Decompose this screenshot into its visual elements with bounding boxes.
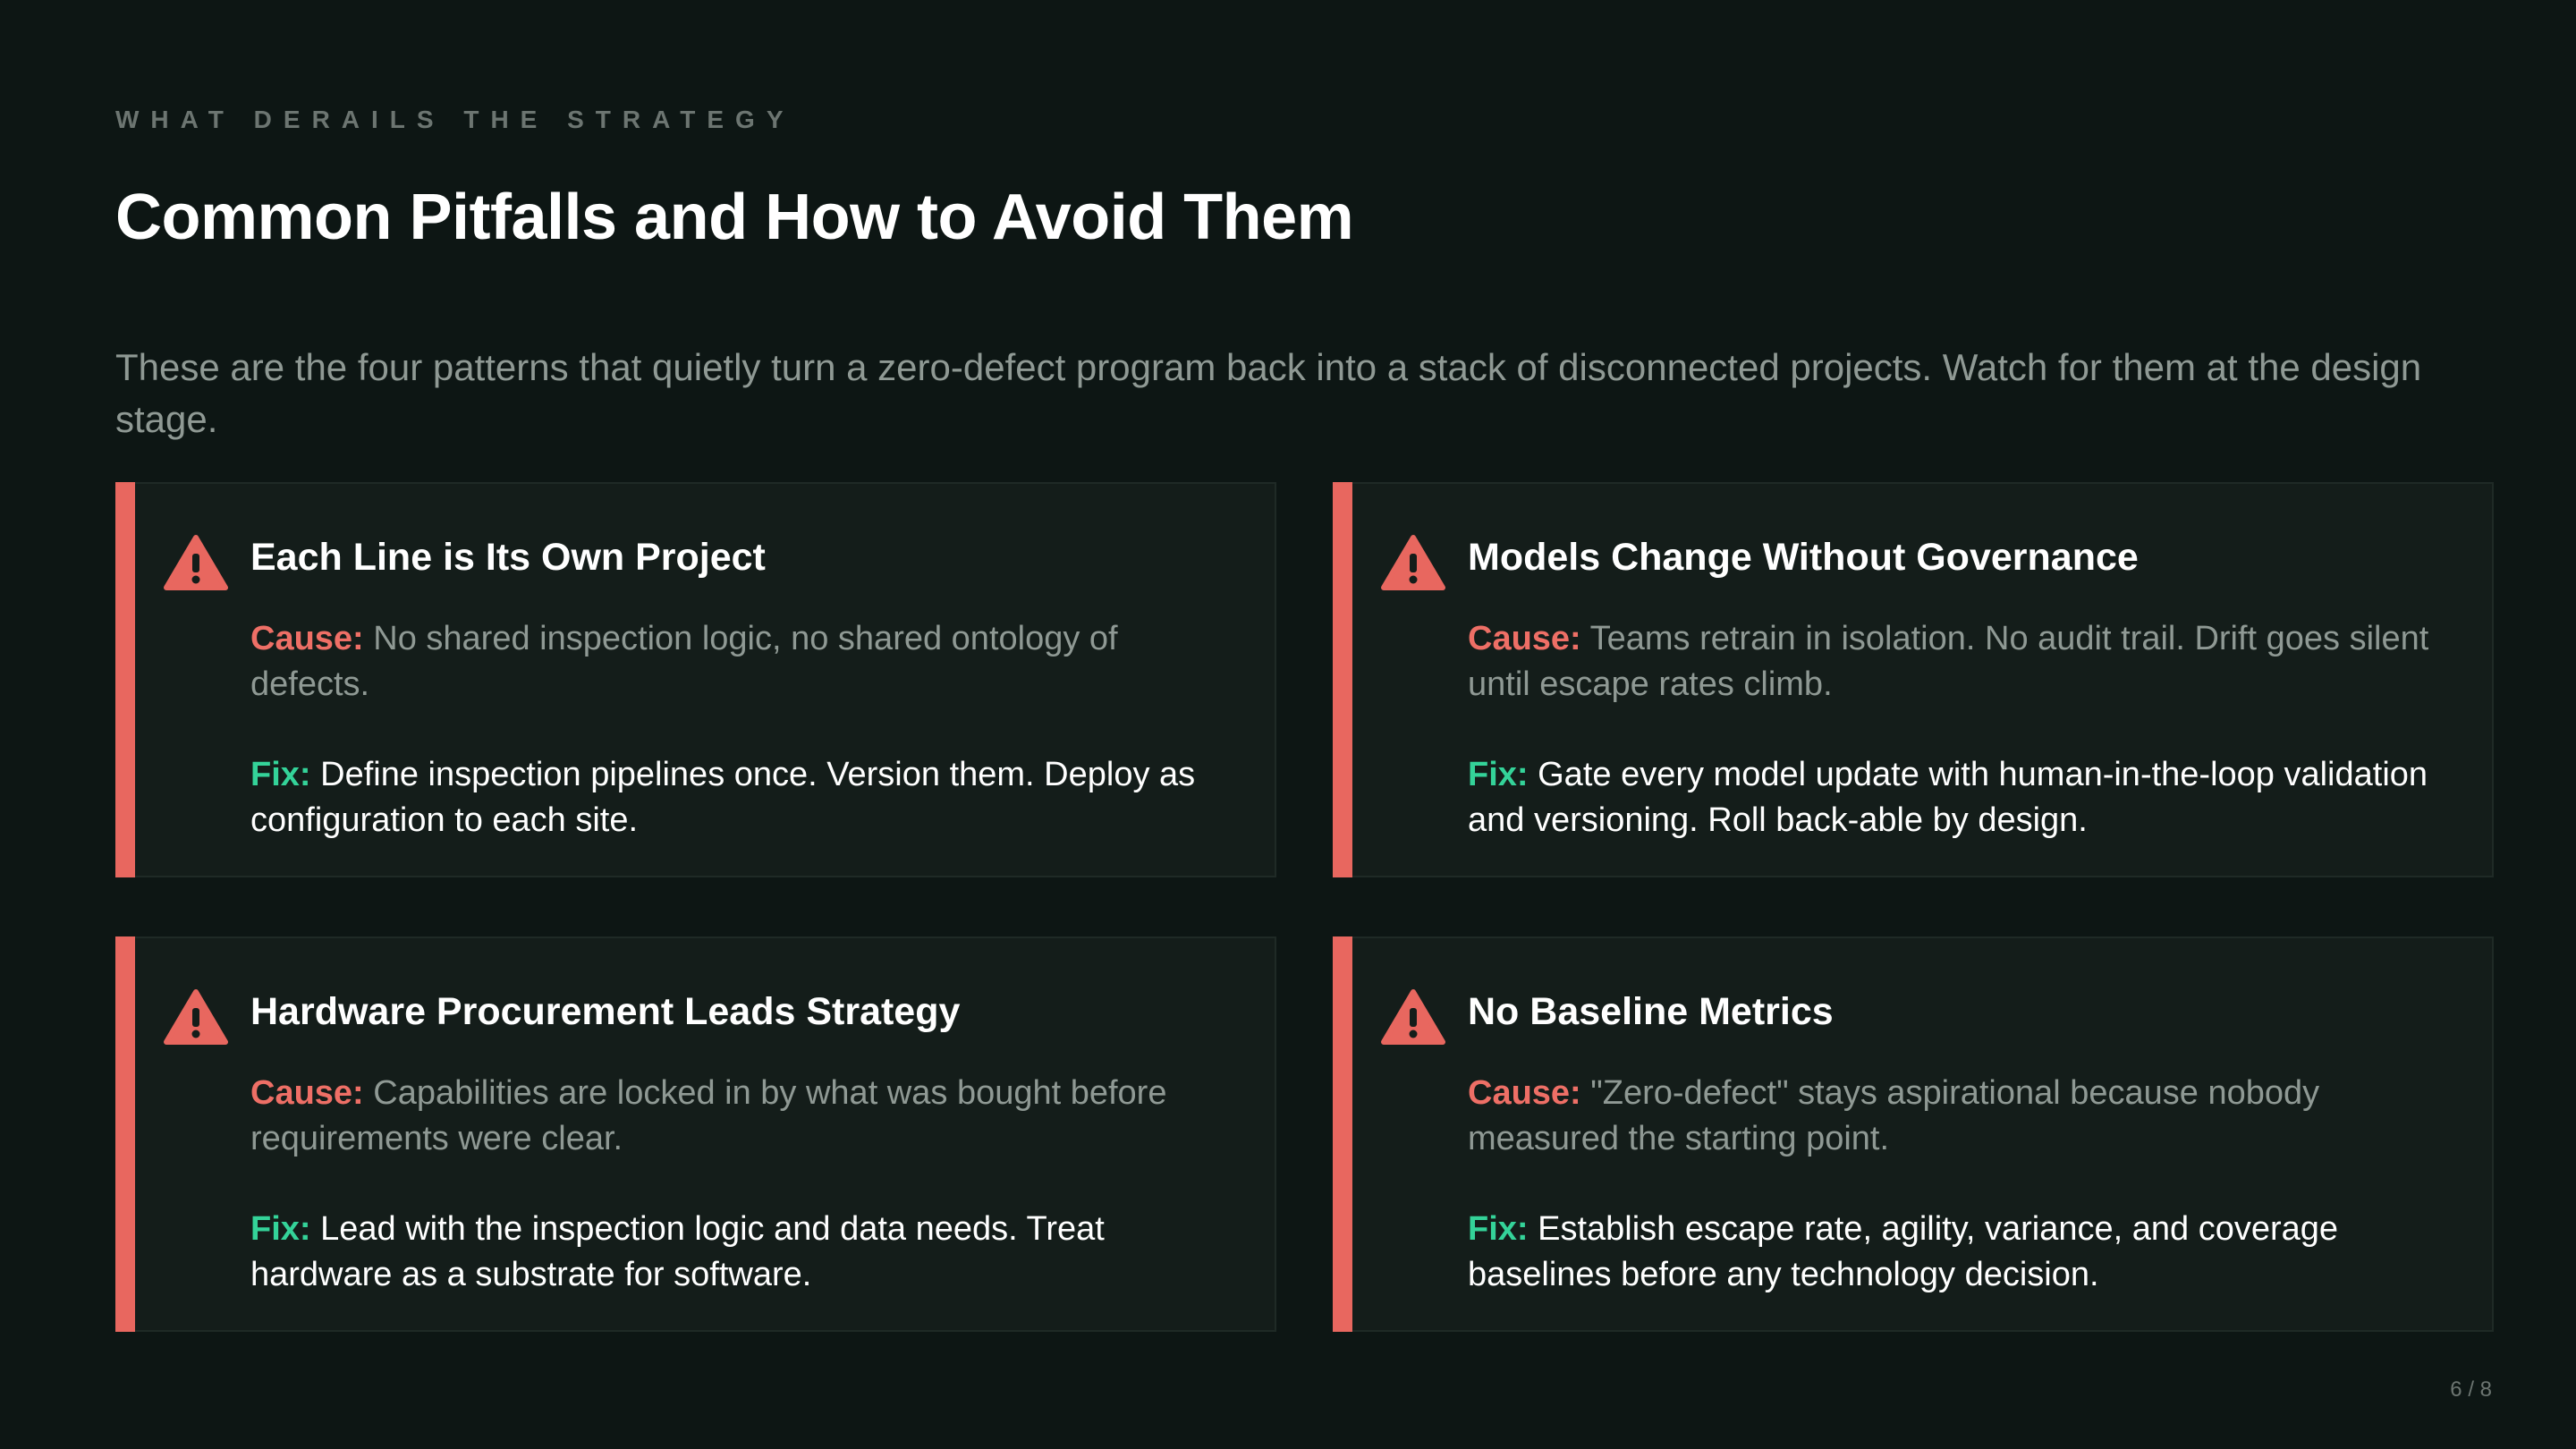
cause-paragraph: Cause: Capabilities are locked in by wha… (250, 1071, 1243, 1162)
cause-paragraph: Cause: Teams retrain in isolation. No au… (1468, 616, 2461, 708)
cause-text: Capabilities are locked in by what was b… (250, 1074, 1167, 1157)
cause-text: Teams retrain in isolation. No audit tra… (1468, 620, 2429, 703)
cause-text: No shared inspection logic, no shared on… (250, 620, 1118, 703)
warning-triangle-icon (164, 535, 228, 590)
cause-text: "Zero-defect" stays aspirational because… (1468, 1074, 2320, 1157)
card-title: Each Line is Its Own Project (250, 536, 766, 579)
fix-paragraph: Fix: Define inspection pipelines once. V… (250, 752, 1243, 843)
card-body: Cause: Teams retrain in isolation. No au… (1468, 616, 2461, 843)
card-title: No Baseline Metrics (1468, 990, 1834, 1033)
pitfall-card-3: Hardware Procurement Leads Strategy Caus… (115, 936, 1276, 1332)
fix-text: Lead with the inspection logic and data … (250, 1210, 1105, 1293)
pitfall-card-4: No Baseline Metrics Cause: "Zero-defect"… (1333, 936, 2494, 1332)
card-body: Cause: "Zero-defect" stays aspirational … (1468, 1071, 2461, 1298)
cause-label: Cause: (1468, 1074, 1581, 1112)
cause-paragraph: Cause: No shared inspection logic, no sh… (250, 616, 1243, 708)
fix-text: Gate every model update with human-in-th… (1468, 756, 2428, 839)
card-title: Models Change Without Governance (1468, 536, 2139, 579)
fix-text: Define inspection pipelines once. Versio… (250, 756, 1196, 839)
fix-text: Establish escape rate, agility, variance… (1468, 1210, 2339, 1293)
fix-paragraph: Fix: Lead with the inspection logic and … (250, 1207, 1243, 1298)
fix-paragraph: Fix: Gate every model update with human-… (1468, 752, 2461, 843)
card-accent-bar (115, 936, 135, 1332)
card-title: Hardware Procurement Leads Strategy (250, 990, 961, 1033)
eyebrow-label: WHAT DERAILS THE STRATEGY (115, 106, 795, 133)
card-accent-bar (1333, 482, 1352, 877)
page-subtitle: These are the four patterns that quietly… (115, 346, 2422, 440)
pitfall-card-1: Each Line is Its Own Project Cause: No s… (115, 482, 1276, 877)
cause-label: Cause: (250, 620, 364, 657)
page-number: 6 / 8 (2450, 1377, 2492, 1402)
card-accent-bar (115, 482, 135, 877)
page-title: Common Pitfalls and How to Avoid Them (115, 182, 1354, 253)
slide: WHAT DERAILS THE STRATEGY Common Pitfall… (0, 0, 2576, 1449)
card-accent-bar (1333, 936, 1352, 1332)
card-body: Cause: No shared inspection logic, no sh… (250, 616, 1243, 843)
fix-paragraph: Fix: Establish escape rate, agility, var… (1468, 1207, 2461, 1298)
card-body: Cause: Capabilities are locked in by wha… (250, 1071, 1243, 1298)
fix-label: Fix: (250, 756, 311, 793)
fix-label: Fix: (1468, 756, 1529, 793)
fix-label: Fix: (1468, 1210, 1529, 1248)
fix-label: Fix: (250, 1210, 311, 1248)
cause-label: Cause: (250, 1074, 364, 1112)
warning-triangle-icon (164, 989, 228, 1045)
warning-triangle-icon (1381, 989, 1445, 1045)
cause-label: Cause: (1468, 620, 1581, 657)
cause-paragraph: Cause: "Zero-defect" stays aspirational … (1468, 1071, 2461, 1162)
pitfall-card-2: Models Change Without Governance Cause: … (1333, 482, 2494, 877)
warning-triangle-icon (1381, 535, 1445, 590)
